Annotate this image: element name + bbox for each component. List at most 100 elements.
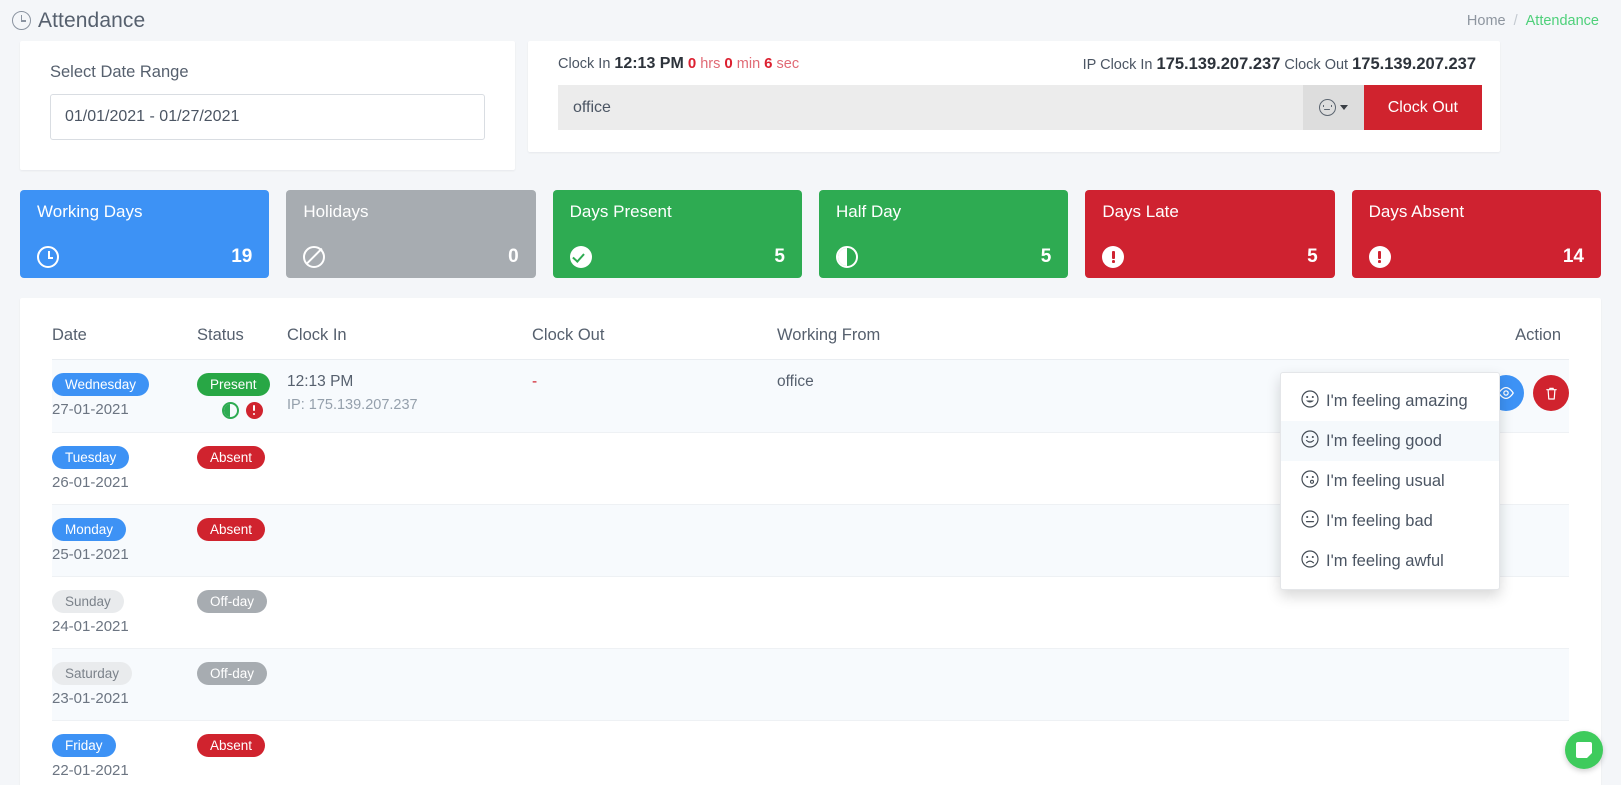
table-row[interactable]: Friday 22-01-2021 Absent (52, 720, 1569, 785)
elapsed-minutes-unit: min (736, 56, 761, 72)
stat-card-title: Days Late (1102, 202, 1179, 221)
mood-menu-item-2[interactable]: I'm feeling usual (1281, 461, 1499, 501)
exclamation-circle-icon (1368, 246, 1391, 268)
cell-status: Absent (197, 432, 287, 505)
stat-card-holidays: Holidays 0 (286, 190, 536, 278)
stat-card-days-absent: Days Absent 14 (1351, 190, 1601, 278)
status-badge: Absent (197, 518, 266, 541)
stat-cards-row: Working Days 19 Holidays 0 Days Present 5 Half… (0, 170, 1621, 278)
cell-clock-in (287, 576, 532, 649)
late-icon (245, 402, 263, 419)
top-panels-row: Select Date Range Clock In 12:13 PM 0 hr… (0, 41, 1621, 170)
ban-icon (303, 246, 326, 268)
clock-in-ip: IP: 175.139.207.237 (287, 397, 418, 413)
stat-card-days-present: Days Present 5 (552, 190, 802, 278)
mood-menu-item-label: I'm feeling bad (1326, 511, 1433, 530)
cell-date: Sunday 24-01-2021 (52, 576, 197, 649)
ip-clock-out-label: Clock Out (1284, 57, 1349, 73)
column-header-action: Action (1022, 316, 1569, 360)
mood-menu-item-1[interactable]: I'm feeling good (1281, 421, 1499, 461)
mood-menu-item-3[interactable]: I'm feeling bad (1281, 501, 1499, 541)
stat-card-bottom: 0 (303, 246, 519, 268)
stat-card-value: 5 (1307, 246, 1318, 267)
day-badge: Tuesday (52, 446, 130, 469)
clock-in-value: 12:13 PM (287, 373, 354, 390)
clock-in-label: Clock In (558, 56, 611, 72)
clock-in-time: 12:13 PM (614, 55, 684, 72)
cell-clock-out (532, 576, 777, 649)
mood-dropdown-button[interactable] (1302, 85, 1364, 130)
column-header-working-from[interactable]: Working From (777, 316, 1022, 360)
clock-in-summary: Clock In 12:13 PM 0 hrs 0 min 6 sec (558, 55, 799, 74)
mood-dropdown-menu: I'm feeling amazing I'm feeling good I'm f… (1280, 372, 1500, 590)
date-range-input[interactable] (50, 94, 485, 140)
elapsed-minutes-value: 0 (724, 55, 733, 72)
elapsed-seconds-value: 6 (764, 55, 773, 72)
breadcrumb-home-link[interactable]: Home (1467, 13, 1506, 29)
stat-card-title: Holidays (303, 202, 369, 221)
frowning-face-icon (1301, 550, 1319, 572)
cell-status: Off-day (197, 648, 287, 721)
cell-working-from (777, 648, 1022, 721)
exclamation-circle-icon (1102, 246, 1125, 268)
cell-working-from: office (777, 359, 1022, 433)
cell-status: Off-day (197, 576, 287, 649)
day-badge: Wednesday (52, 373, 150, 396)
stat-card-bottom: 5 (835, 246, 1052, 268)
cell-date: Monday 25-01-2021 (52, 504, 197, 577)
date-range-panel: Select Date Range (20, 41, 515, 170)
page-title: Attendance (38, 8, 146, 32)
cell-clock-out (532, 504, 777, 577)
cell-actions (1022, 720, 1569, 785)
cell-date: Wednesday 27-01-2021 (52, 359, 197, 433)
mood-menu-item-4[interactable]: I'm feeling awful (1281, 541, 1499, 581)
cell-working-from (777, 432, 1022, 505)
whistling-face-icon (1301, 470, 1319, 492)
day-badge: Friday (52, 734, 116, 757)
date-value: 27-01-2021 (52, 401, 129, 418)
table-header-row: Date Status Clock In Clock Out Working F… (52, 316, 1569, 360)
stat-card-value: 5 (1040, 246, 1052, 267)
clock-icon (37, 246, 59, 268)
half-circle-icon (835, 246, 858, 268)
ip-clock-in-value: 175.139.207.237 (1156, 55, 1281, 73)
cell-clock-in: 12:13 PM IP: 175.139.207.237 (287, 359, 532, 433)
day-badge: Monday (52, 518, 127, 541)
cell-clock-out (532, 432, 777, 505)
cell-status: Absent (197, 720, 287, 785)
delete-icon[interactable] (1533, 375, 1569, 411)
working-from-input[interactable] (558, 85, 1303, 130)
stat-card-title: Days Absent (1368, 202, 1465, 221)
stat-card-bottom: 19 (37, 246, 252, 268)
cell-clock-out (532, 720, 777, 785)
stat-card-title: Half Day (835, 202, 902, 221)
breadcrumb-current: Attendance (1525, 12, 1599, 29)
stat-card-bottom: 5 (1102, 246, 1318, 268)
column-header-date[interactable]: Date (52, 316, 197, 360)
date-value: 25-01-2021 (52, 546, 129, 563)
stat-card-working-days: Working Days 19 (20, 190, 270, 278)
table-row[interactable]: Saturday 23-01-2021 Off-day (52, 648, 1569, 721)
cell-date: Tuesday 26-01-2021 (52, 432, 197, 505)
date-value: 24-01-2021 (52, 618, 129, 635)
cell-working-from (777, 720, 1022, 785)
working-from-value: office (777, 373, 814, 390)
column-header-clock-out[interactable]: Clock Out (532, 316, 777, 360)
day-badge: Saturday (52, 662, 133, 685)
clock-info-row: Clock In 12:13 PM 0 hrs 0 min 6 sec IP C… (558, 55, 1482, 74)
stat-card-bottom: 14 (1368, 246, 1584, 268)
clock-icon (12, 11, 31, 30)
date-range-label: Select Date Range (50, 63, 189, 81)
clock-action-row: Clock Out (558, 85, 1482, 130)
ip-clock-in-label: Clock In (1100, 57, 1153, 73)
cell-clock-in (287, 720, 532, 785)
cell-status: Present (197, 359, 287, 433)
cell-clock-in (287, 504, 532, 577)
clock-out-button[interactable]: Clock Out (1363, 85, 1482, 130)
mood-menu-item-label: I'm feeling good (1326, 431, 1442, 450)
column-header-status[interactable]: Status (197, 316, 287, 360)
cell-date: Friday 22-01-2021 (52, 720, 197, 785)
chat-bubble-icon[interactable] (1565, 731, 1603, 769)
column-header-clock-in[interactable]: Clock In (287, 316, 532, 360)
mood-menu-item-0[interactable]: I'm feeling amazing (1281, 381, 1499, 421)
